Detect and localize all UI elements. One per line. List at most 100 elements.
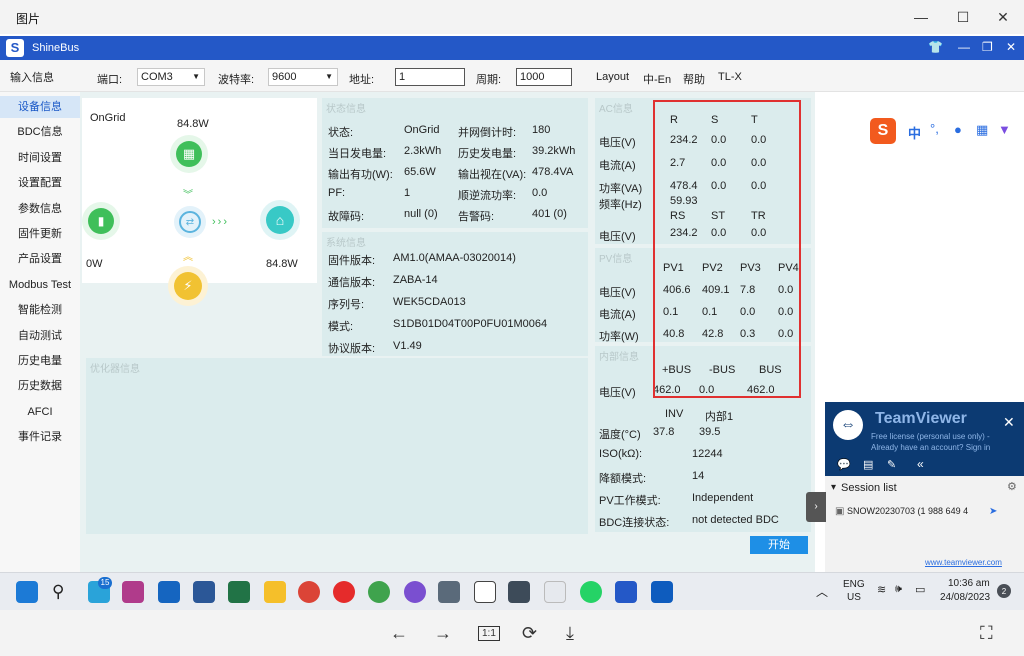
keyboard-icon[interactable]: ▦ bbox=[976, 122, 988, 138]
input-info-label: 输入信息 bbox=[10, 72, 54, 84]
sidebar-item[interactable]: 设置配置 bbox=[0, 172, 80, 194]
sidebar-item[interactable]: 设备信息 bbox=[0, 96, 80, 118]
app-icon[interactable] bbox=[508, 581, 530, 603]
outlook-icon[interactable] bbox=[158, 581, 180, 603]
viber-icon[interactable] bbox=[404, 581, 426, 603]
status-value: 39.2kWh bbox=[532, 145, 576, 157]
notion-icon[interactable] bbox=[474, 581, 496, 603]
tools-icon[interactable]: ✎ bbox=[887, 458, 896, 471]
evernote-icon[interactable] bbox=[368, 581, 390, 603]
chevron-up-icon[interactable]: ︿ bbox=[816, 583, 828, 600]
previous-icon[interactable]: ← bbox=[390, 623, 408, 644]
sidebar-item[interactable]: 时间设置 bbox=[0, 147, 80, 169]
teamviewer-taskbar-icon[interactable] bbox=[651, 581, 673, 603]
gear-icon[interactable]: ⚙ bbox=[1007, 480, 1017, 493]
grid-tower-icon: ⚡ bbox=[174, 272, 202, 300]
chevron-down-icon[interactable]: ▾ bbox=[831, 482, 836, 493]
sidebar-item[interactable]: Modbus Test bbox=[0, 274, 80, 296]
internal-value: not detected BDC bbox=[692, 514, 779, 526]
search-icon[interactable]: ⚲ bbox=[52, 582, 64, 602]
status-label: PF: bbox=[328, 187, 346, 199]
fullscreen-icon[interactable]: ⛶ bbox=[980, 623, 993, 644]
clock-date[interactable]: 24/08/2023 bbox=[940, 592, 990, 603]
language-menu[interactable]: 中-En bbox=[643, 71, 671, 87]
status-panel: 状态信息 状态: OnGrid 并网倒计时: 180 当日发电量: 2.3kWh 历史发电量… bbox=[322, 98, 588, 228]
whatsapp-icon[interactable] bbox=[580, 581, 602, 603]
minimize-icon[interactable]: — bbox=[958, 40, 970, 54]
sogou-logo-icon[interactable]: S bbox=[870, 118, 896, 144]
clock-time[interactable]: 10:36 am bbox=[948, 578, 990, 589]
home-node: ⌂ bbox=[260, 200, 300, 240]
session-item[interactable]: SNOW20230703 (1 988 649 4 bbox=[847, 506, 968, 516]
chat-icon[interactable]: 💬 bbox=[837, 458, 851, 471]
calculator-icon[interactable] bbox=[438, 581, 460, 603]
audio-app-icon[interactable] bbox=[122, 581, 144, 603]
notification-count[interactable]: 2 bbox=[997, 584, 1011, 598]
sidebar-item[interactable]: AFCI bbox=[0, 401, 80, 423]
skin-icon[interactable]: ▼ bbox=[998, 122, 1011, 137]
start-button[interactable]: 开始 bbox=[750, 536, 808, 554]
chrome-icon[interactable] bbox=[298, 581, 320, 603]
rotate-icon[interactable]: ⟳ bbox=[522, 623, 537, 644]
shirt-icon[interactable]: 👕 bbox=[928, 40, 943, 54]
sidebar-item[interactable]: 历史数据 bbox=[0, 375, 80, 397]
teamviewer-url[interactable]: www.teamviewer.com bbox=[925, 558, 1002, 567]
model-label[interactable]: TL-X bbox=[718, 71, 742, 83]
baud-select[interactable]: 9600 ▼ bbox=[268, 68, 338, 86]
system-label: 固件版本: bbox=[328, 255, 376, 267]
volume-icon[interactable]: 🕪 bbox=[895, 583, 902, 596]
status-panel-title: 状态信息 bbox=[326, 104, 366, 115]
sidebar-item[interactable]: 固件更新 bbox=[0, 223, 80, 245]
system-value: S1DB01D04T00P0FU01M0064 bbox=[393, 318, 548, 330]
wifi-icon[interactable]: ≋ bbox=[877, 583, 886, 596]
collapse-icon[interactable]: « bbox=[917, 457, 924, 471]
start-menu-icon[interactable] bbox=[16, 581, 38, 603]
inverter-node: ⇄ bbox=[174, 206, 206, 238]
sidebar-item[interactable]: 智能检测 bbox=[0, 299, 80, 321]
baud-label: 波特率: bbox=[218, 74, 255, 86]
shinebus-logo-icon: S bbox=[6, 39, 24, 57]
minimize-icon[interactable]: — bbox=[904, 4, 938, 30]
layout-menu[interactable]: Layout bbox=[596, 71, 629, 83]
chevron-right-icon[interactable]: › bbox=[806, 492, 826, 522]
excel-icon[interactable] bbox=[228, 581, 250, 603]
close-icon[interactable]: ✕ bbox=[1006, 40, 1016, 54]
maximize-icon[interactable]: ☐ bbox=[946, 4, 980, 30]
files-icon[interactable]: ▤ bbox=[863, 458, 873, 471]
next-icon[interactable]: → bbox=[434, 623, 452, 644]
help-menu[interactable]: 帮助 bbox=[683, 71, 705, 87]
chinese-mode-icon[interactable]: 中 bbox=[908, 123, 921, 142]
download-icon[interactable]: ⤓ bbox=[566, 623, 574, 644]
port-select[interactable]: COM3 ▼ bbox=[137, 68, 205, 86]
punctuation-icon[interactable]: °, bbox=[930, 121, 939, 136]
home-power-value: 84.8W bbox=[266, 258, 298, 270]
ac-row-label: 功率(VA) bbox=[599, 183, 643, 195]
sidebar-item[interactable]: 事件记录 bbox=[0, 426, 80, 448]
file-explorer-icon[interactable] bbox=[264, 581, 286, 603]
shinebus-taskbar-icon[interactable] bbox=[615, 581, 637, 603]
sidebar-item[interactable]: 产品设置 bbox=[0, 248, 80, 270]
sidebar-item[interactable]: BDC信息 bbox=[0, 121, 80, 143]
actual-size-icon[interactable]: 1:1 bbox=[478, 626, 500, 641]
language-indicator[interactable]: ENG bbox=[843, 579, 865, 590]
optimizer-panel: 优化器信息 bbox=[86, 358, 588, 534]
status-value: 0.0 bbox=[532, 187, 548, 199]
word-icon[interactable] bbox=[193, 581, 215, 603]
status-label: 状态: bbox=[328, 127, 354, 139]
sidebar-item[interactable]: 自动测试 bbox=[0, 325, 80, 347]
address-input[interactable]: 1 bbox=[395, 68, 465, 86]
clickup-icon[interactable] bbox=[544, 581, 566, 603]
sidebar-item[interactable]: 参数信息 bbox=[0, 198, 80, 220]
viewer-titlebar: 图片 — ☐ ✕ bbox=[0, 0, 1024, 34]
teamviewer-signin[interactable]: Already have an account? Sign in bbox=[871, 443, 990, 452]
ac-row-label: 电流(A) bbox=[599, 160, 636, 172]
close-icon[interactable]: ✕ bbox=[1003, 414, 1015, 431]
battery-status-icon[interactable]: ▭ bbox=[915, 583, 925, 596]
opera-icon[interactable] bbox=[333, 581, 355, 603]
restore-icon[interactable]: ❐ bbox=[982, 40, 993, 54]
microphone-icon[interactable]: ● bbox=[954, 122, 962, 137]
close-icon[interactable]: ✕ bbox=[986, 4, 1020, 30]
sidebar-item[interactable]: 历史电量 bbox=[0, 350, 80, 372]
period-input[interactable]: 1000 bbox=[516, 68, 572, 86]
taskbar: ⚲ 15 ︿ ENG US ≋ 🕪 ▭ 10:36 am 24/08/2023 … bbox=[0, 572, 1024, 610]
